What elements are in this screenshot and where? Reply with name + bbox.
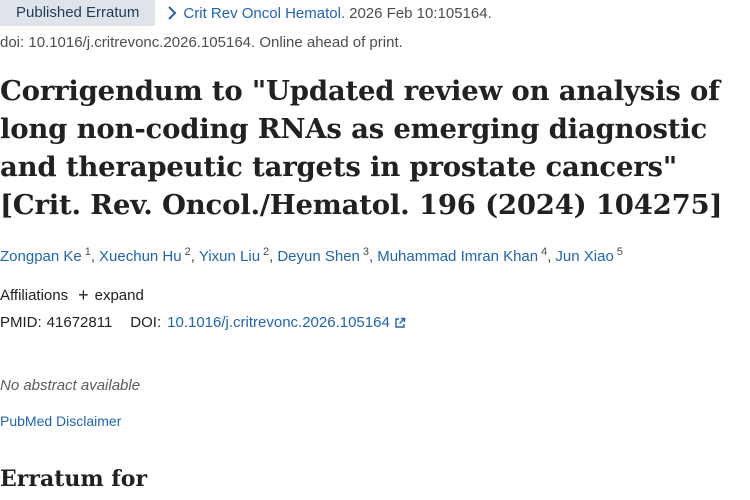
external-link-icon[interactable] [394,317,406,329]
author-affiliation-number[interactable]: 5 [617,246,623,258]
author-link[interactable]: Yixun Liu [199,248,260,265]
author-link[interactable]: Deyun Shen [277,248,360,265]
author-link[interactable]: Zongpan Ke [0,248,82,265]
author-affiliation-number[interactable]: 2 [185,246,191,258]
author-separator: , [190,248,195,265]
header-row: Published Erratum Crit Rev Oncol Hematol… [0,0,492,26]
publication-type-badge: Published Erratum [0,0,156,26]
expand-affiliations-button[interactable]: + expand [78,286,144,304]
author-affiliation-number[interactable]: 1 [85,246,91,258]
affiliations-label: Affiliations [0,286,69,304]
expand-label: expand [94,286,144,304]
author-link[interactable]: Xuechun Hu [99,248,182,265]
doi-line: doi: 10.1016/j.critrevonc.2026.105164. O… [0,34,403,51]
identifiers-row: PMID: 41672811 DOI: 10.1016/j.critrevonc… [0,314,406,331]
doi-link[interactable]: 10.1016/j.critrevonc.2026.105164 [167,314,390,331]
plus-icon: + [78,285,89,305]
author-separator: , [90,248,96,265]
pmid-value: 41672811 [46,314,113,331]
pubmed-disclaimer-link[interactable]: PubMed Disclaimer [0,413,121,429]
author-link[interactable]: Jun Xiao [555,248,613,265]
no-abstract-note: No abstract available [0,377,141,394]
chevron-right-icon [167,6,177,20]
doi-label: DOI: [130,314,162,331]
author-separator: , [269,248,274,265]
author-link[interactable]: Muhammad Imran Khan [377,248,538,265]
article-title: Corrigendum to "Updated review on analys… [0,75,723,221]
journal-link[interactable]: Crit Rev Oncol Hematol. [183,5,345,22]
author-separator: , [369,248,374,265]
authors-list: Zongpan Ke 1, Xuechun Hu 2, Yixun Liu 2, Deyun… [0,246,623,265]
author-separator: , [547,248,552,265]
erratum-for-heading: Erratum for [0,466,148,492]
citation-details: 2026 Feb 10:105164. [349,4,492,22]
pmid-label: PMID: [0,314,42,331]
citation: Crit Rev Oncol Hematol. 2026 Feb 10:1051… [167,4,492,22]
affiliations-row: Affiliations + expand [0,286,144,304]
